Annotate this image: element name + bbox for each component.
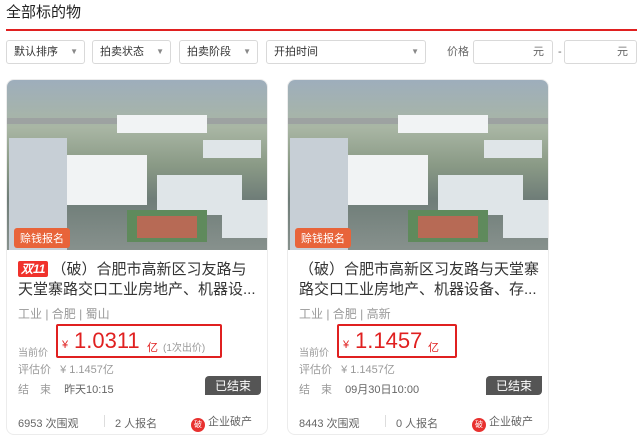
- property-tags: 工业 | 合肥 | 蜀山: [18, 307, 110, 321]
- signup-count: 2 人报名: [115, 418, 158, 430]
- title-divider: [6, 29, 637, 31]
- max-price-input[interactable]: 元: [564, 40, 637, 64]
- stage-label: 拍卖阶段: [187, 46, 231, 58]
- min-price-placeholder: 元: [533, 46, 544, 58]
- section-title: 全部标的物: [6, 4, 82, 21]
- auction-card[interactable]: 赊钱报名 （破）合肥市高新区习友路与天堂寨路交口工业房地产、机器设备、存... …: [287, 79, 549, 435]
- auction-title[interactable]: 双11 （破）合肥市高新区习友路与天堂寨路交口工业房地产、机器设...: [18, 260, 261, 300]
- tag-label: 赊钱报名: [14, 228, 70, 248]
- max-price-placeholder: 元: [617, 46, 628, 58]
- status-label: 拍卖状态: [100, 46, 144, 58]
- end-row: 结 束 09月30日10:00: [299, 381, 419, 397]
- current-price-value: 1.1457: [355, 328, 423, 353]
- chevron-down-icon: ▼: [156, 47, 164, 56]
- footer-divider: [385, 415, 386, 427]
- estimate-label: 评估价: [18, 364, 51, 376]
- card-footer: 6953 次围观 2 人报名 破企业破产: [7, 407, 267, 434]
- current-price-label: 当前价: [299, 348, 329, 359]
- category: 破企业破产: [472, 413, 533, 432]
- currency-symbol: ¥: [62, 339, 69, 351]
- auction-card[interactable]: 赊钱报名 双11 （破）合肥市高新区习友路与天堂寨路交口工业房地产、机器设... …: [6, 79, 268, 435]
- filter-bar: 默认排序 ▼ 拍卖状态 ▼ 拍卖阶段 ▼ 开拍时间 ▼ 价格 元 - 元: [6, 40, 637, 65]
- status-badge: 已结束: [204, 376, 261, 395]
- bid-count: (1次出价): [163, 343, 206, 354]
- bankruptcy-icon: 破: [472, 418, 486, 432]
- chevron-down-icon: ▼: [411, 47, 419, 56]
- auction-title[interactable]: （破）合肥市高新区习友路与天堂寨路交口工业房地产、机器设备、存...: [299, 260, 542, 300]
- stage-select[interactable]: 拍卖阶段 ▼: [179, 40, 258, 64]
- chevron-down-icon: ▼: [243, 47, 251, 56]
- current-price-label: 当前价: [18, 348, 48, 359]
- min-price-input[interactable]: 元: [473, 40, 553, 64]
- end-label: 结 束: [18, 384, 51, 396]
- signup-count: 0 人报名: [396, 418, 439, 430]
- tag-label: 赊钱报名: [295, 228, 351, 248]
- sort-label: 默认排序: [14, 46, 58, 58]
- estimate-label: 评估价: [299, 364, 332, 376]
- property-photo[interactable]: 赊钱报名: [288, 80, 548, 250]
- auction-title-text: （破）合肥市高新区习友路与天堂寨路交口工业房地产、机器设...: [18, 261, 256, 298]
- end-time: 09月30日10:00: [345, 384, 420, 396]
- chevron-down-icon: ▼: [70, 47, 78, 56]
- view-count: 6953 次围观: [18, 418, 79, 430]
- current-price-box: ¥ 1.0311 亿 (1次出价): [56, 324, 222, 358]
- estimate-row: 评估价 ¥ 1.1457亿: [299, 361, 395, 377]
- start-time-label: 开拍时间: [274, 46, 318, 58]
- bankruptcy-icon: 破: [191, 418, 205, 432]
- estimate-value: ¥ 1.1457亿: [60, 364, 114, 376]
- estimate-row: 评估价 ¥ 1.1457亿: [18, 361, 114, 377]
- category-label: 企业破产: [208, 416, 252, 428]
- sort-select[interactable]: 默认排序 ▼: [6, 40, 85, 64]
- auction-title-text: （破）合肥市高新区习友路与天堂寨路交口工业房地产、机器设备、存...: [299, 261, 540, 298]
- status-select[interactable]: 拍卖状态 ▼: [92, 40, 171, 64]
- footer-divider: [104, 415, 105, 427]
- current-price-box: ¥ 1.1457 亿: [337, 324, 457, 358]
- current-price-value: 1.0311: [74, 328, 140, 353]
- price-range-dash: -: [558, 46, 562, 58]
- card-footer: 8443 次围观 0 人报名 破企业破产: [288, 407, 548, 434]
- currency-symbol: ¥: [343, 339, 350, 351]
- category-label: 企业破产: [489, 416, 533, 428]
- property-photo[interactable]: 赊钱报名: [7, 80, 267, 250]
- price-unit: 亿: [428, 342, 439, 354]
- end-row: 结 束 昨天10:15: [18, 381, 114, 397]
- promo-badge: 双11: [18, 261, 49, 277]
- status-badge: 已结束: [485, 376, 542, 395]
- view-count: 8443 次围观: [299, 418, 360, 430]
- end-label: 结 束: [299, 384, 332, 396]
- price-label: 价格: [447, 46, 469, 58]
- category: 破企业破产: [191, 413, 252, 432]
- end-time: 昨天10:15: [64, 384, 114, 396]
- property-tags: 工业 | 合肥 | 高新: [299, 307, 391, 321]
- estimate-value: ¥ 1.1457亿: [341, 364, 395, 376]
- price-unit: 亿: [147, 342, 158, 354]
- start-time-select[interactable]: 开拍时间 ▼: [266, 40, 426, 64]
